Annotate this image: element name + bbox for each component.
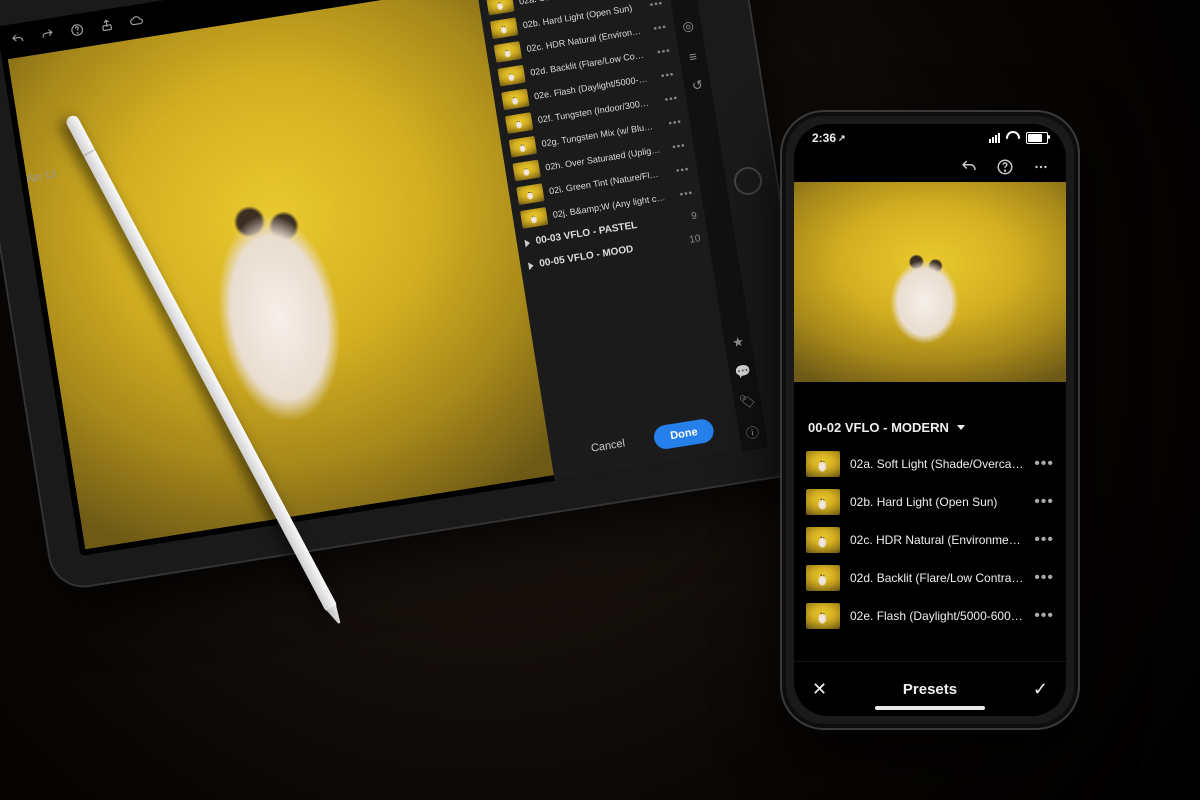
preset-group-label: 00-02 VFLO - MODERN [808,420,949,435]
tablet-main-photo[interactable] [8,0,554,549]
phone-footer: ✕ Presets ✓ [794,661,1066,716]
more-icon[interactable]: ••• [671,140,686,153]
chevron-down-icon [957,425,965,430]
more-icon[interactable]: ••• [668,116,683,129]
cancel-button[interactable]: Cancel [573,429,642,463]
cloud-sync-icon[interactable] [128,13,144,29]
wifi-icon [1006,131,1020,145]
preset-row[interactable]: 02a. Soft Light (Shade/Overcast) ••• [794,445,1066,483]
tablet-device: Apr 13 PRESETS ⋯ 00-02 VFLO - MODERN 10 … [0,0,824,593]
phone-screen: 2:36 ↗ 00-02 VFLO - MODERN 02a. Soft Lig… [794,124,1066,716]
preset-group-count: 10 [689,233,702,246]
info-icon[interactable]: ⓘ [743,422,761,440]
phone-device: 2:36 ↗ 00-02 VFLO - MODERN 02a. Soft Lig… [780,110,1080,730]
preset-thumb [516,183,544,205]
brush-icon[interactable]: ✎ [674,0,692,6]
more-icon[interactable]: ••• [1034,493,1054,511]
phone-main-photo[interactable] [794,182,1066,382]
preset-thumb [497,65,525,87]
tablet-body: Apr 13 PRESETS ⋯ 00-02 VFLO - MODERN 10 … [0,0,824,593]
preset-thumb [501,88,529,110]
preset-thumb [490,17,518,39]
more-icon[interactable]: ••• [679,187,694,200]
preset-thumb [505,112,533,134]
preset-thumb [806,451,840,477]
help-icon[interactable] [69,22,85,38]
preset-thumb [520,207,548,229]
chevron-right-icon [524,238,530,247]
scene: Apr 13 PRESETS ⋯ 00-02 VFLO - MODERN 10 … [0,0,1200,800]
chevron-right-icon [528,261,534,270]
close-icon[interactable]: ✕ [812,679,827,700]
location-arrow-icon: ↗ [838,133,846,144]
done-button[interactable]: Done [653,418,716,451]
more-icon[interactable]: ••• [1034,531,1054,549]
star-icon[interactable]: ★ [729,333,747,351]
footer-title: Presets [794,681,1066,698]
undo-icon[interactable] [960,158,978,176]
more-icon[interactable]: ••• [675,164,690,177]
more-icon[interactable]: ••• [660,69,675,82]
preset-thumb [512,160,540,182]
more-icon[interactable]: ••• [1034,455,1054,473]
panel-actions: Cancel Done [547,402,742,481]
comment-icon[interactable]: 💬 [734,363,752,381]
preset-row[interactable]: 02c. HDR Natural (Environmental) ••• [794,521,1066,559]
preset-row[interactable]: 02e. Flash (Daylight/5000-6000K) ••• [794,597,1066,635]
history-icon[interactable]: ↺ [688,77,706,95]
confirm-icon[interactable]: ✓ [1033,679,1048,700]
redo-icon[interactable] [40,27,56,43]
more-icon[interactable]: ••• [656,45,671,58]
phone-strip-gap [794,382,1066,410]
preset-label: 02b. Hard Light (Open Sun) [850,495,1024,509]
preset-row[interactable]: 02d. Backlit (Flare/Low Contrast) ••• [794,559,1066,597]
tag-icon[interactable]: 🏷 [738,393,756,411]
tablet-home-button[interactable] [732,165,764,197]
preset-thumb [806,527,840,553]
preset-thumb [806,603,840,629]
sliders-icon[interactable]: ≡ [684,47,702,65]
home-indicator[interactable] [875,706,985,710]
adjust-icon[interactable]: ◎ [679,17,697,35]
cell-signal-icon [989,133,1000,143]
more-icon[interactable] [1032,158,1050,176]
preset-label: 02e. Flash (Daylight/5000-6000K) [850,609,1024,623]
phone-preset-group[interactable]: 00-02 VFLO - MODERN [794,410,1066,445]
more-icon[interactable]: ••• [664,92,679,105]
more-icon[interactable]: ••• [1034,569,1054,587]
preset-thumb [494,41,522,63]
share-icon[interactable] [99,17,115,33]
preset-label: 02d. Backlit (Flare/Low Contrast) [850,571,1024,585]
preset-thumb [509,136,537,158]
preset-label: 02a. Soft Light (Shade/Overcast) [850,457,1024,471]
preset-group-count: 9 [690,210,697,222]
preset-thumb [806,489,840,515]
tablet-main-area: Apr 13 [0,0,555,556]
preset-row[interactable]: 02b. Hard Light (Open Sun) ••• [794,483,1066,521]
preset-label: 02c. HDR Natural (Environmental) [850,533,1024,547]
phone-toolbar [794,152,1066,182]
preset-thumb [486,0,514,15]
tablet-screen: Apr 13 PRESETS ⋯ 00-02 VFLO - MODERN 10 … [0,0,768,556]
more-icon[interactable]: ••• [1034,607,1054,625]
preset-thumb [806,565,840,591]
phone-status-bar: 2:36 ↗ [794,124,1066,152]
battery-icon [1026,132,1048,144]
more-icon[interactable]: ••• [649,0,664,11]
preset-list: 02a. Soft Light (Shade/Ove…•••02b. Hard … [478,0,703,233]
phone-preset-list: 02a. Soft Light (Shade/Overcast)•••02b. … [794,445,1066,661]
undo-icon[interactable] [10,31,26,47]
more-icon[interactable]: ••• [653,21,668,34]
help-icon[interactable] [996,158,1014,176]
status-time: 2:36 [812,131,836,145]
